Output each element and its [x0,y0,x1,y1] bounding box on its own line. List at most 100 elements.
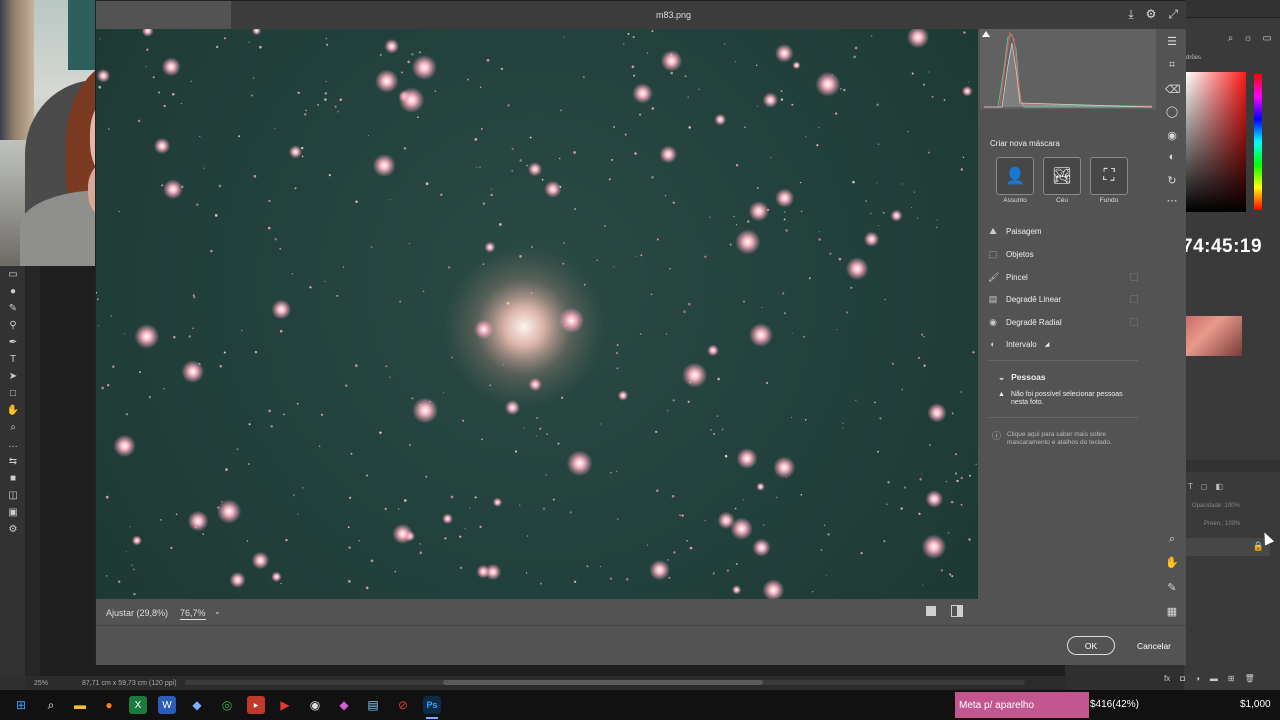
refresh-icon[interactable]: ↻ [1165,174,1179,187]
layer-row[interactable]: 🔒 [1184,538,1270,556]
search-icon[interactable]: ⌕ [1228,33,1234,44]
color-picker-field[interactable] [1186,72,1246,212]
eye-icon[interactable]: ◉ [1165,129,1179,142]
option-brush[interactable]: 🖌 Pincel [988,269,1138,285]
word-icon[interactable]: W [158,696,176,714]
more-tools-icon[interactable]: … [0,436,26,453]
opacity-control[interactable]: Opacidade: 100% [1192,503,1240,509]
more-icon[interactable]: ⋯ [1165,194,1179,207]
option-objects[interactable]: ⬚ Objetos [988,246,1138,262]
pink-app-icon[interactable]: ◆ [335,696,353,714]
image-preview[interactable] [96,29,978,599]
chevron-down-icon[interactable]: ⌄ [214,607,221,616]
eraser-icon[interactable]: ⌫ [1165,83,1181,96]
hand-icon[interactable]: ✋ [1165,556,1179,569]
fx-icon[interactable]: fx [1164,674,1170,683]
type-filter-icon[interactable]: T [1188,482,1193,491]
chrome-icon[interactable]: ◎ [218,696,236,714]
circle-mask-icon[interactable]: ◯ [1165,105,1179,118]
color-swatches-icon[interactable]: ■ [0,470,26,487]
star [252,77,255,79]
zoom-tool-icon[interactable]: ⌕ [0,419,26,436]
quick-mask-icon[interactable]: ◫ [0,487,26,504]
mask-icon[interactable]: ◘ [1180,674,1185,683]
split-view-icon[interactable] [951,605,963,617]
light-icon[interactable]: ☼ [1243,33,1252,44]
extra-tool-icon[interactable]: ⚙ [0,521,26,538]
swap-colors-icon[interactable]: ⇆ [0,453,26,470]
notes-icon[interactable]: ▤ [364,696,382,714]
bright-star [558,307,585,334]
subject-mask-button[interactable]: 👤 [996,157,1034,195]
shape-filter-icon[interactable]: ◻ [1201,482,1208,491]
hue-slider[interactable] [1254,74,1262,210]
search-icon[interactable]: ⌕ [42,696,60,714]
layer-thumbnail [1184,316,1242,356]
download-icon[interactable]: ⤓ [1128,7,1133,22]
help-message: Clique aqui para saber mais sobre mascar… [1007,431,1112,447]
option-radial-gradient[interactable]: ◉ Degradê Radial [988,314,1138,330]
help-link[interactable]: ⓘ Clique aqui para saber mais sobre masca… [992,431,1138,447]
star [274,127,276,130]
trash-icon[interactable]: 🗑 [1245,674,1255,683]
invert-icon[interactable]: ◐ [1165,151,1179,163]
sliders-icon[interactable]: ☰ [1165,35,1179,48]
zoom-icon[interactable]: ⌕ [1165,533,1179,546]
hand-tool-icon[interactable]: ✋ [0,402,26,419]
grid-icon[interactable]: ▦ [1165,605,1179,618]
path-select-tool-icon[interactable]: ➤ [0,368,26,385]
windows-start-icon[interactable]: ⊞ [12,696,30,714]
folder-icon[interactable]: ▬ [1210,674,1218,683]
zoom-value[interactable]: 76,7% [180,608,206,620]
star [968,538,971,541]
excel-icon[interactable]: X [129,696,147,714]
bright-star [131,535,142,546]
expand-icon[interactable]: ⤢ [1168,7,1178,22]
sky-mask-button[interactable]: 🏞 [1043,157,1081,195]
smart-filter-icon[interactable]: ◧ [1216,482,1224,491]
app-icon[interactable]: ◆ [188,696,206,714]
bright-star [484,241,496,253]
panel-tabs: ⌕ ☼ ▭ [1184,18,1280,58]
star [506,301,510,305]
option-linear-gradient[interactable]: ▤ Degradê Linear [988,291,1138,307]
eyedropper-icon[interactable]: ✎ [1165,581,1179,594]
stamp-tool-icon[interactable]: ⚲ [0,317,26,334]
file-explorer-icon[interactable]: ▬ [71,696,89,714]
new-layer-icon[interactable]: ⊞ [1228,674,1235,683]
brush-tool-icon[interactable]: ✎ [0,300,26,317]
marquee-tool-icon[interactable]: ▭ [0,266,26,283]
scrollbar-thumb[interactable] [443,680,763,685]
type-tool-icon[interactable]: T [0,351,26,368]
people-section-header[interactable]: ⌄ Pessoas [998,372,1046,383]
option-landscape[interactable]: ⛰ Paisagem [988,223,1138,239]
star [305,109,307,112]
photoshop-icon[interactable]: Ps [423,696,441,714]
horizontal-scrollbar[interactable] [185,680,1025,685]
star [689,546,693,550]
settings-icon[interactable]: ⚙ [1146,7,1157,22]
adjustment-icon[interactable]: ◑ [1195,674,1200,683]
screen-mode-icon[interactable]: ▣ [0,504,26,521]
histogram-slider-icon[interactable] [982,31,990,37]
background-mask-button[interactable]: ⛶ [1090,157,1128,195]
red-app-icon[interactable]: ⊘ [394,696,412,714]
star [490,193,493,197]
cancel-button[interactable]: Cancelar [1129,636,1179,655]
rectangle-tool-icon[interactable]: □ [0,385,26,402]
pen-tool-icon[interactable]: ✒ [0,334,26,351]
window-icon[interactable]: ▭ [1263,33,1272,44]
firefox-icon[interactable]: ● [100,696,118,714]
obs-icon[interactable]: ◉ [306,696,324,714]
star [762,524,765,526]
fill-control[interactable]: Preen.: 100% [1204,521,1240,527]
video-app-icon[interactable]: ▶ [247,696,265,714]
crop-icon[interactable]: ⌗ [1165,59,1179,72]
option-range[interactable]: ◐ Intervalo ◢ [988,336,1138,352]
ok-button[interactable]: OK [1067,636,1115,655]
star [600,565,602,567]
media-player-icon[interactable]: ▶ [276,696,294,714]
drop-tool-icon[interactable]: ● [0,283,26,300]
single-view-icon[interactable] [926,606,936,616]
fit-zoom-label[interactable]: Ajustar (29,8%) [106,608,168,618]
